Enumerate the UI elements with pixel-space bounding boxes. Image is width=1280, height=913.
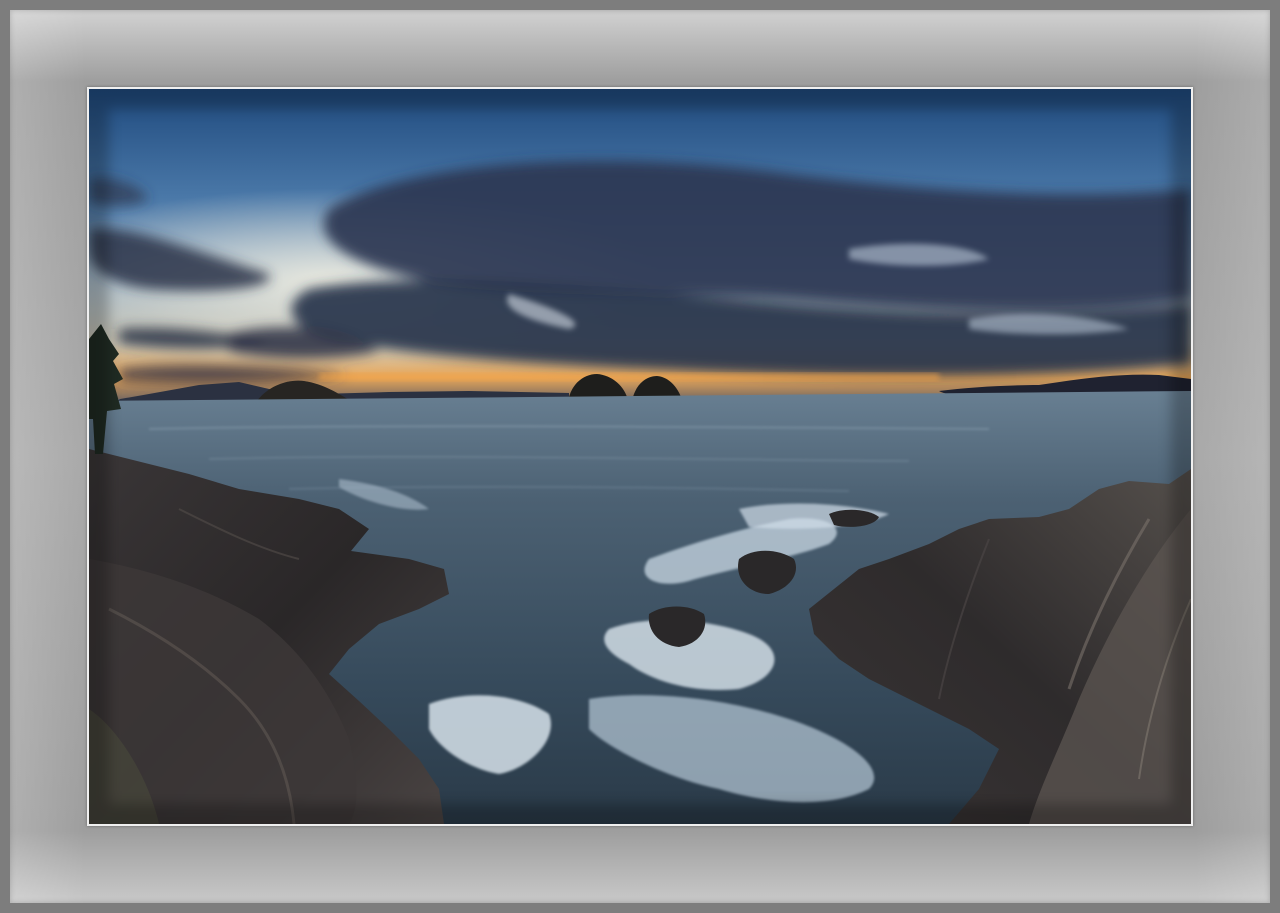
seascape-photo xyxy=(89,89,1191,824)
